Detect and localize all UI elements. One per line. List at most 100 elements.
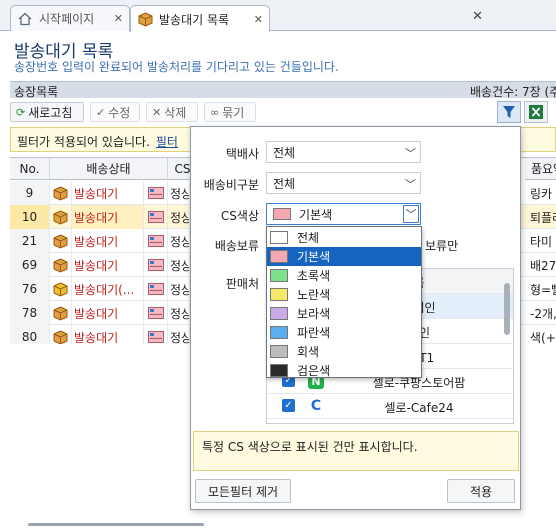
cs-status: 정상 <box>168 181 190 205</box>
column-header-no[interactable]: No. <box>10 158 50 180</box>
toolbar: ⟳ 새로고침 ✓ 수정 ✕ 삭제 ∞ 묶기 <box>10 100 556 124</box>
filter-description: 특정 CS 색상으로 표시된 건만 표시합니다. <box>193 431 519 471</box>
shipping-status: 발송대기(... <box>72 277 144 301</box>
cs-color-option[interactable]: 파란색 <box>267 323 421 342</box>
cs-color-option[interactable]: 초록색 <box>267 266 421 285</box>
card-icon <box>144 325 168 344</box>
delete-button[interactable]: ✕ 삭제 <box>146 102 198 122</box>
check-icon: ✓ <box>96 105 106 119</box>
scrollbar[interactable] <box>504 283 510 335</box>
link-icon: ∞ <box>210 105 220 119</box>
cs-color-option[interactable]: 전체 <box>267 228 421 247</box>
close-icon[interactable]: ✕ <box>254 13 263 26</box>
horizontal-scrollbar[interactable] <box>28 523 204 526</box>
courier-select[interactable]: 전체 ﹀ <box>266 141 421 163</box>
cs-status: 정상 <box>168 253 190 277</box>
refresh-icon: ⟳ <box>16 105 26 119</box>
close-icon[interactable]: ✕ <box>472 9 483 24</box>
card-icon <box>144 181 168 205</box>
cs-color-select[interactable]: 기본색 ﹀ <box>266 203 421 225</box>
card-icon <box>144 301 168 325</box>
product-summary: 형=빨깅 <box>530 282 556 297</box>
color-swatch <box>270 269 288 282</box>
column-header-product-summary[interactable]: 품요약 <box>525 158 556 180</box>
x-icon: ✕ <box>152 105 162 119</box>
filter-button[interactable] <box>497 101 521 123</box>
cs-color-dropdown: 전체기본색초록색노란색 보라색 파란색회색검은색 <box>266 226 422 378</box>
row-number: 9 <box>10 181 50 205</box>
tab-label: 발송대기 목록 <box>159 12 230 27</box>
column-header-status[interactable]: 배송상태 <box>50 158 168 180</box>
edit-button[interactable]: ✓ 수정 <box>90 102 140 122</box>
hold-label: 배송보류 <box>214 239 259 253</box>
cs-color-option-label: 전체 <box>297 231 320 245</box>
card-icon <box>144 229 168 253</box>
filter-link[interactable]: 필터 <box>156 135 178 149</box>
box-icon <box>137 11 153 27</box>
cs-color-option[interactable]: 노란색 <box>267 285 421 304</box>
group-button[interactable]: ∞ 묶기 <box>204 102 256 122</box>
cs-color-option-label: 회색 <box>297 345 320 359</box>
refresh-button[interactable]: ⟳ 새로고침 <box>10 102 84 122</box>
chevron-down-icon: ﹀ <box>405 147 416 160</box>
seller-name: 셀로-Cafe24 <box>384 401 454 415</box>
warning-box-icon <box>50 277 72 301</box>
cs-color-option[interactable]: 회색 <box>267 342 421 361</box>
box-icon <box>50 325 72 344</box>
apply-button[interactable]: 적용 <box>447 479 515 503</box>
filter-icon <box>503 106 515 118</box>
cs-status: 정상 <box>168 277 190 301</box>
product-summary: 퇴플러스 <box>530 210 556 225</box>
card-icon <box>144 205 168 229</box>
home-icon <box>17 11 33 27</box>
shipping-status: 발송대기 <box>72 301 144 325</box>
cs-status: 정상 <box>168 301 190 325</box>
product-summary: 색(+40 <box>530 330 556 345</box>
color-swatch <box>273 208 291 220</box>
row-number: 69 <box>10 253 50 277</box>
color-swatch <box>270 326 288 339</box>
color-swatch <box>270 250 288 263</box>
box-icon <box>50 205 72 229</box>
shipping-status: 발송대기 <box>72 229 144 253</box>
cs-color-option-label: 기본색 <box>297 250 331 264</box>
cafe24-icon: C <box>310 398 322 414</box>
section-label: 송장목록 <box>14 85 59 99</box>
tab-start-page[interactable]: 시작페이지 ✕ <box>10 5 130 31</box>
shipping-status: 발송대기 <box>72 253 144 277</box>
row-number: 78 <box>10 301 50 325</box>
card-icon <box>144 253 168 277</box>
tab-shipping-wait[interactable]: 발송대기 목록 ✕ <box>130 5 270 32</box>
cs-color-option[interactable]: 보라색 <box>267 304 421 323</box>
cs-color-option[interactable]: 검은색 <box>267 361 421 380</box>
clear-all-filters-button[interactable]: 모든필터 제거 <box>195 479 291 503</box>
shipping-type-label: 배송비구분 <box>203 178 259 192</box>
hold-only-option[interactable]: 보류만 <box>425 237 458 254</box>
cs-color-option-label: 검은색 <box>297 364 331 378</box>
excel-button[interactable] <box>524 101 548 123</box>
product-summary: 링카 트 <box>530 186 556 201</box>
cs-color-label: CS색상 <box>220 209 259 223</box>
seller-label: 판매처 <box>225 277 259 291</box>
shipping-status: 발송대기 <box>72 205 144 229</box>
product-summary: 타미 니 <box>530 234 556 249</box>
cs-color-option[interactable]: 기본색 <box>267 247 421 266</box>
cs-status: 정상 <box>168 325 190 344</box>
shipping-status: 발송대기 <box>72 325 144 344</box>
tab-label: 시작페이지 <box>39 12 95 26</box>
excel-icon <box>529 105 543 119</box>
row-number: 21 <box>10 229 50 253</box>
filter-notice-text: 필터가 적용되어 있습니다. <box>17 135 150 149</box>
color-swatch <box>270 288 288 301</box>
cs-color-option-label: 초록색 <box>297 269 331 283</box>
card-icon <box>144 277 168 301</box>
shipping-type-select[interactable]: 전체 ﹀ <box>266 172 421 194</box>
product-summary: 배27.수 <box>530 258 556 273</box>
section-bar: 송장목록 배송건수: 7장 (주 <box>10 81 556 99</box>
cs-status: 정상 <box>168 229 190 253</box>
seller-list-item[interactable]: ✓ C 셀로-Cafe24 <box>267 394 513 419</box>
close-icon[interactable]: ✕ <box>114 12 123 25</box>
checkbox[interactable]: ✓ <box>282 399 295 412</box>
row-number: 80 <box>10 325 50 344</box>
color-swatch <box>270 364 288 377</box>
